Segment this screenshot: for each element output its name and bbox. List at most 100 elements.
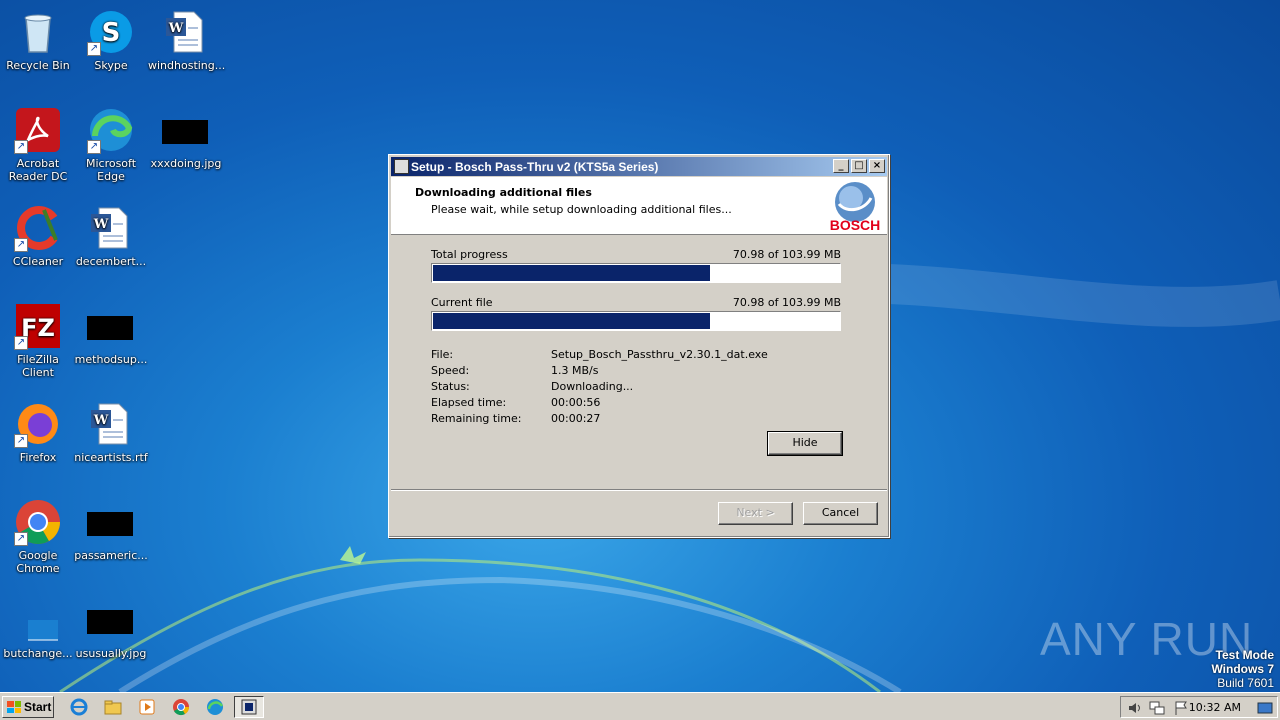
desktop-icon-label: butchange... xyxy=(3,647,73,660)
desktop-icon-label: xxxdoing.jpg xyxy=(150,157,222,170)
svg-text:W: W xyxy=(93,217,109,232)
desktop-icon-decembert[interactable]: W decembert... xyxy=(73,204,149,268)
desktop-icon-niceartists[interactable]: W niceartists.rtf xyxy=(73,400,149,464)
desktop-icon-passameric[interactable]: passameric... xyxy=(73,498,149,562)
detail-label-file: File: xyxy=(431,348,454,361)
svg-text:S: S xyxy=(102,18,121,48)
desktop-icon-label: methodsup... xyxy=(74,353,148,366)
current-file-value: 70.98 of 103.99 MB xyxy=(732,296,841,309)
desktop-icon-firefox[interactable]: ↗ Firefox xyxy=(0,400,76,464)
media-player-icon[interactable] xyxy=(138,698,156,716)
shortcut-arrow-icon: ↗ xyxy=(14,336,28,350)
desktop-icon-windhosting[interactable]: W windhosting... xyxy=(148,8,226,72)
shortcut-arrow-icon: ↗ xyxy=(87,42,101,56)
system-tray: 10:32 AM xyxy=(1120,696,1278,718)
detail-label-remaining: Remaining time: xyxy=(431,412,522,425)
desktop-icon-label: ususually.jpg xyxy=(75,647,147,660)
current-file-progress-fill xyxy=(433,313,710,329)
desktop-icon-skype[interactable]: S ↗ Skype xyxy=(73,8,149,72)
desktop-icon-filezilla[interactable]: FZ ↗ FileZilla Client xyxy=(0,302,76,379)
desktop-icon-label: Firefox xyxy=(19,451,57,464)
detail-value-file: Setup_Bosch_Passthru_v2.30.1_dat.exe xyxy=(551,348,768,361)
hide-button[interactable]: Hide xyxy=(767,431,843,456)
detail-value-speed: 1.3 MB/s xyxy=(551,364,599,377)
desktop-icon-label: CCleaner xyxy=(12,255,64,268)
network-icon[interactable] xyxy=(1149,700,1165,716)
shortcut-arrow-icon: ↗ xyxy=(14,532,28,546)
shortcut-arrow-icon: ↗ xyxy=(14,140,28,154)
desktop-icon-xxxdoing[interactable]: xxxdoing.jpg xyxy=(148,106,224,170)
next-button[interactable]: Next > xyxy=(718,502,793,525)
windows-logo-icon xyxy=(7,701,21,713)
setup-dialog: Setup - Bosch Pass-Thru v2 (KTS5a Series… xyxy=(388,154,890,538)
word-document-icon: W xyxy=(87,400,135,448)
detail-value-elapsed: 00:00:56 xyxy=(551,396,601,409)
file-icon xyxy=(14,596,62,644)
desktop-icon-chrome[interactable]: ↗ Google Chrome xyxy=(0,498,76,575)
desktop-icon-recycle-bin[interactable]: Recycle Bin xyxy=(0,8,76,72)
desktop-icon-ccleaner[interactable]: ↗ CCleaner xyxy=(0,204,76,268)
desktop-icon-label: Acrobat Reader DC xyxy=(8,157,68,183)
desktop-icon-acrobat[interactable]: ↗ Acrobat Reader DC xyxy=(0,106,76,183)
detail-value-status: Downloading... xyxy=(551,380,634,393)
word-document-icon: W xyxy=(162,8,210,56)
desktop-icon-butchange[interactable]: butchange... xyxy=(0,596,76,660)
svg-text:W: W xyxy=(168,21,184,36)
shortcut-arrow-icon: ↗ xyxy=(87,140,101,154)
setup-app-icon xyxy=(241,699,257,715)
recycle-bin-icon xyxy=(14,8,62,56)
total-progress-fill xyxy=(433,265,710,281)
dialog-titlebar[interactable]: Setup - Bosch Pass-Thru v2 (KTS5a Series… xyxy=(391,157,887,176)
total-progress-bar xyxy=(431,263,841,283)
taskbar-setup-button[interactable] xyxy=(234,696,264,718)
desktop-icon-label: niceartists.rtf xyxy=(74,451,148,464)
show-desktop-icon[interactable] xyxy=(1257,700,1273,716)
test-mode-watermark: Test Mode Windows 7 Build 7601 xyxy=(1211,648,1274,690)
desktop-icon-label: decembert... xyxy=(75,255,147,268)
start-button[interactable]: Start xyxy=(2,696,54,718)
acrobat-icon: ↗ xyxy=(14,106,62,154)
desktop-icon-label: Skype xyxy=(94,59,128,72)
skype-icon: S ↗ xyxy=(87,8,135,56)
header-subtitle: Please wait, while setup downloading add… xyxy=(431,203,732,216)
close-button[interactable]: × xyxy=(869,159,885,173)
dialog-header: Downloading additional files Please wait… xyxy=(391,177,887,235)
action-center-flag-icon[interactable] xyxy=(1173,700,1189,716)
start-label: Start xyxy=(24,700,52,714)
taskbar-clock[interactable]: 10:32 AM xyxy=(1189,701,1241,714)
detail-label-status: Status: xyxy=(431,380,470,393)
shortcut-arrow-icon: ↗ xyxy=(14,238,28,252)
svg-text:W: W xyxy=(93,413,109,428)
desktop-icon-label: Microsoft Edge xyxy=(85,157,137,183)
filezilla-icon: FZ ↗ xyxy=(14,302,62,350)
desktop-icon-methodsup[interactable]: methodsup... xyxy=(73,302,149,366)
footer-separator xyxy=(391,489,887,491)
desktop-icon-edge[interactable]: ↗ Microsoft Edge xyxy=(73,106,149,183)
detail-value-remaining: 00:00:27 xyxy=(551,412,601,425)
edge-icon[interactable] xyxy=(206,698,224,716)
internet-explorer-icon[interactable] xyxy=(70,698,88,716)
file-explorer-icon[interactable] xyxy=(104,698,122,716)
image-file-icon xyxy=(87,596,135,644)
header-title: Downloading additional files xyxy=(415,186,592,199)
image-file-icon xyxy=(87,302,135,350)
chrome-icon[interactable] xyxy=(172,698,190,716)
desktop-icon-label: Google Chrome xyxy=(16,549,60,575)
setup-app-icon xyxy=(394,159,409,174)
desktop-icon-ususually[interactable]: ususually.jpg xyxy=(73,596,149,660)
cancel-button[interactable]: Cancel xyxy=(803,502,878,525)
firefox-icon: ↗ xyxy=(14,400,62,448)
total-progress-value: 70.98 of 103.99 MB xyxy=(732,248,841,261)
detail-label-elapsed: Elapsed time: xyxy=(431,396,507,409)
volume-icon[interactable] xyxy=(1127,700,1143,716)
desktop-icon-label: Recycle Bin xyxy=(6,59,70,72)
minimize-button[interactable]: _ xyxy=(833,159,849,173)
windows-version-line: Windows 7 xyxy=(1211,662,1274,676)
desktop-icon-label: windhosting... xyxy=(148,59,226,72)
test-mode-line: Test Mode xyxy=(1215,648,1274,662)
current-file-label: Current file xyxy=(431,296,493,309)
maximize-button[interactable]: □ xyxy=(851,159,867,173)
ccleaner-icon: ↗ xyxy=(14,204,62,252)
image-file-icon xyxy=(162,106,210,154)
desktop-icon-label: passameric... xyxy=(74,549,148,562)
